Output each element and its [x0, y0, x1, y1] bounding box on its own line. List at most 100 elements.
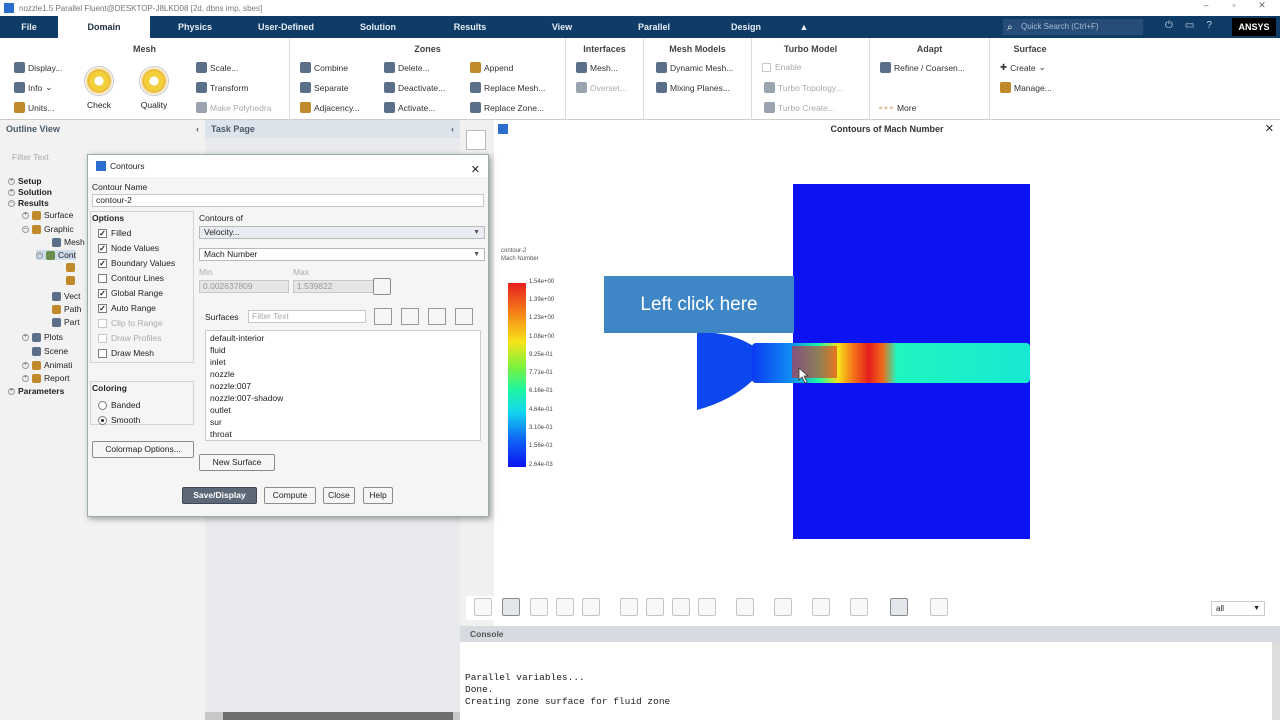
probe-icon[interactable]: [582, 598, 600, 616]
help-icon[interactable]: ?: [1206, 20, 1212, 31]
tree-reports[interactable]: + Report: [22, 373, 70, 383]
axes-icon[interactable]: [672, 598, 690, 616]
tree-parameters[interactable]: + Parameters: [8, 386, 64, 396]
menu-parallel[interactable]: Parallel: [608, 22, 700, 32]
outline-filter-input[interactable]: Filter Text: [12, 152, 82, 164]
menu-design[interactable]: Design: [700, 22, 792, 32]
plot-icon[interactable]: [890, 598, 908, 616]
menu-view[interactable]: View: [516, 22, 608, 32]
tree-plots[interactable]: + Plots: [22, 332, 63, 342]
tree-results[interactable]: – Results: [8, 198, 49, 208]
dynamic-mesh-button[interactable]: Dynamic Mesh...: [656, 62, 733, 73]
append-button[interactable]: Append: [470, 62, 513, 73]
mesh-transform-button[interactable]: Transform: [196, 82, 248, 93]
tree-vectors[interactable]: Vect: [52, 291, 81, 301]
menu-file[interactable]: File: [0, 22, 58, 32]
max-input[interactable]: 1.539822: [293, 280, 383, 293]
graphics-window-button[interactable]: [466, 130, 486, 150]
deselect-surfaces-icon[interactable]: [401, 308, 419, 325]
list-item[interactable]: fluid: [210, 345, 226, 355]
adjacency-button[interactable]: Adjacency...: [300, 102, 360, 113]
tree-surfaces[interactable]: + Surface: [22, 210, 73, 220]
turbo-enable-checkbox[interactable]: Enable: [762, 62, 801, 72]
filter-surfaces-icon[interactable]: [455, 308, 473, 325]
tree-setup[interactable]: + Setup: [8, 176, 42, 186]
save-display-button[interactable]: Save/Display: [182, 487, 257, 504]
replace-zone-button[interactable]: Replace Zone...: [470, 102, 544, 113]
collapse-panel-icon[interactable]: ‹: [196, 120, 199, 138]
contour-name-input[interactable]: contour-2: [92, 194, 484, 207]
list-item[interactable]: outlet: [210, 405, 231, 415]
quick-search-input[interactable]: ⌕ Quick Search (Ctrl+F): [1003, 19, 1143, 35]
mesh-scale-button[interactable]: Scale...: [196, 62, 238, 73]
view-3d-icon[interactable]: [812, 598, 830, 616]
overset-button[interactable]: Overset...: [576, 82, 627, 93]
pan-icon[interactable]: [502, 598, 520, 616]
help-button[interactable]: Help: [363, 487, 393, 504]
dialog-title-bar[interactable]: Contours ✕: [88, 155, 488, 177]
surface-create-button[interactable]: ✚ Create ⌄: [1000, 62, 1046, 73]
tree-scene[interactable]: Scene: [22, 346, 68, 356]
highlight-icon[interactable]: [774, 598, 792, 616]
mesh-display-button[interactable]: Display...: [14, 62, 62, 73]
compute-button[interactable]: Compute: [264, 487, 316, 504]
select-all-surfaces-icon[interactable]: [374, 308, 392, 325]
activate-button[interactable]: Activate...: [384, 102, 435, 113]
contours-sub-select[interactable]: Mach Number ▼: [199, 248, 485, 261]
menu-physics[interactable]: Physics: [150, 22, 240, 32]
tree-contours[interactable]: – Cont: [36, 250, 76, 260]
tree-particle-tracks[interactable]: Part: [52, 317, 80, 327]
surfaces-filter-input[interactable]: Filter Text: [248, 310, 366, 323]
tree-animations[interactable]: + Animati: [22, 360, 72, 370]
surfaces-list[interactable]: default-interior fluid inlet nozzle nozz…: [205, 330, 481, 441]
refine-coarsen-button[interactable]: Refine / Coarsen...: [880, 62, 965, 73]
adapt-more-button[interactable]: ∘∘∘ More: [878, 102, 916, 113]
list-item[interactable]: inlet: [210, 357, 226, 367]
deactivate-button[interactable]: Deactivate...: [384, 82, 445, 93]
close-button[interactable]: Close: [323, 487, 355, 504]
smooth-radio[interactable]: Smooth: [98, 415, 140, 425]
boundary-values-checkbox[interactable]: ✓ Boundary Values: [98, 258, 175, 268]
mesh-quality-button[interactable]: Quality: [139, 66, 169, 110]
fit-to-window-icon[interactable]: [698, 598, 716, 616]
auto-range-checkbox[interactable]: ✓ Auto Range: [98, 303, 156, 313]
mixing-planes-button[interactable]: Mixing Planes...: [656, 82, 730, 93]
tree-contour-2[interactable]: [66, 276, 75, 285]
zoom-out-icon[interactable]: [646, 598, 664, 616]
menu-results[interactable]: Results: [424, 22, 516, 32]
new-surface-button[interactable]: New Surface: [199, 454, 275, 471]
power-icon[interactable]: ⏻: [1165, 20, 1173, 31]
banded-radio[interactable]: Banded: [98, 400, 140, 410]
task-page-scrollbar[interactable]: [205, 712, 460, 720]
surface-manage-button[interactable]: Manage...: [1000, 82, 1052, 93]
collapse-task-icon[interactable]: ‹: [451, 120, 454, 138]
view-select[interactable]: all ▼: [1211, 601, 1265, 616]
draw-profiles-checkbox[interactable]: Draw Profiles: [98, 333, 162, 343]
layout-view-icon[interactable]: [930, 598, 948, 616]
zoom-icon[interactable]: [556, 598, 574, 616]
menu-solution[interactable]: Solution: [332, 22, 424, 32]
layout-icon[interactable]: ▭: [1185, 20, 1194, 31]
graphics-window[interactable]: Contours of Mach Number ✕ contour-2 Mach…: [494, 120, 1280, 630]
mesh-check-button[interactable]: Check: [84, 66, 114, 110]
close-window-icon[interactable]: ✕: [1248, 0, 1276, 11]
tree-contour-1[interactable]: [66, 263, 75, 272]
list-item[interactable]: default-interior: [210, 333, 264, 343]
turbo-topology-button[interactable]: Turbo Topology...: [764, 82, 843, 93]
contours-of-select[interactable]: Velocity... ▼: [199, 226, 485, 239]
node-values-checkbox[interactable]: ✓ Node Values: [98, 243, 159, 253]
make-polyhedra-button[interactable]: Make Polyhedra: [196, 102, 271, 113]
menu-user-defined[interactable]: User-Defined: [240, 22, 332, 32]
draw-mesh-checkbox[interactable]: Draw Mesh: [98, 348, 154, 358]
group-surfaces-icon[interactable]: [428, 308, 446, 325]
maximize-icon[interactable]: ▫: [1220, 0, 1248, 11]
list-item[interactable]: throat: [210, 429, 232, 439]
colormap-options-button[interactable]: Colormap Options...: [92, 441, 194, 458]
separate-button[interactable]: Separate: [300, 82, 349, 93]
turbo-create-button[interactable]: Turbo Create...: [764, 102, 835, 113]
compute-range-button[interactable]: [373, 278, 391, 295]
contour-lines-checkbox[interactable]: Contour Lines: [98, 273, 164, 283]
clip-to-range-checkbox[interactable]: Clip to Range: [98, 318, 163, 328]
collapse-ribbon-icon[interactable]: ▲: [792, 22, 816, 32]
combine-button[interactable]: Combine: [300, 62, 348, 73]
